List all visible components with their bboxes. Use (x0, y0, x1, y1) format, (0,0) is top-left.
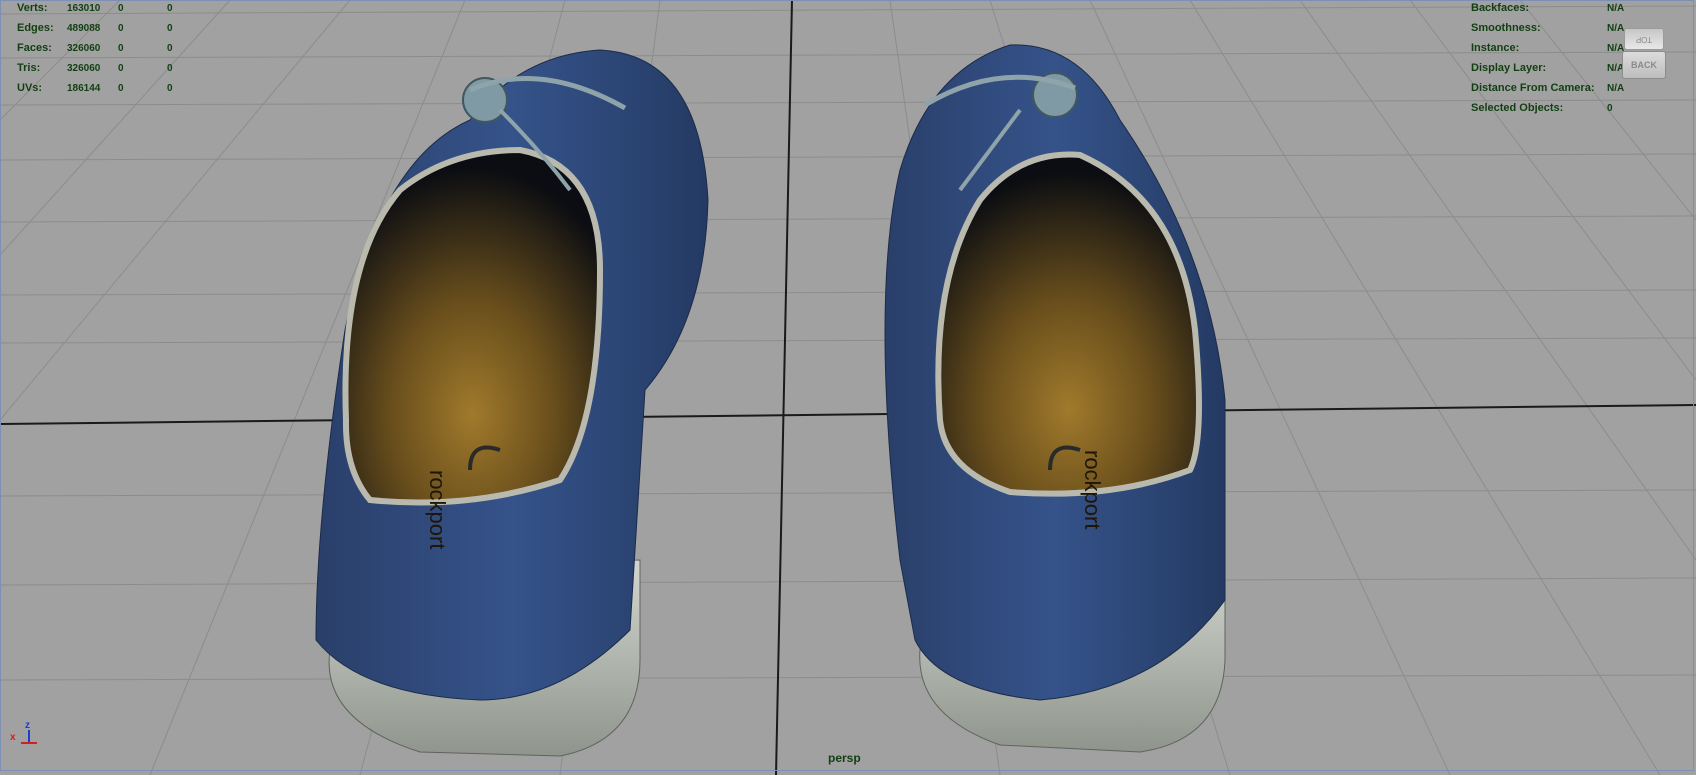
poly-stat-value: 186144 (67, 83, 101, 94)
poly-stat-label: UVs: (17, 82, 43, 94)
object-info-label: Backfaces: (1471, 2, 1530, 14)
poly-stat-value: 0 (167, 83, 173, 94)
object-info-label: Selected Objects: (1471, 102, 1564, 114)
viewport-scene[interactable]: rockport rockport (0, 0, 1696, 775)
view-cube-back-face[interactable]: BACK (1622, 51, 1666, 79)
object-info-label: Distance From Camera: (1471, 82, 1595, 94)
grid-axes (0, 0, 1696, 775)
view-cube-top-face[interactable]: TOP (1624, 28, 1664, 50)
camera-name-label: persp (828, 751, 861, 765)
ground-grid (0, 0, 1696, 775)
left-insole-brand: rockport (425, 470, 450, 549)
poly-stat-label: Verts: (17, 2, 48, 14)
poly-stat-value: 0 (118, 83, 124, 94)
poly-stat-value: 163010 (67, 3, 101, 14)
left-shoe-model[interactable] (315, 49, 709, 757)
right-insole-brand: rockport (1080, 450, 1105, 529)
view-cube[interactable]: TOP BACK (1622, 26, 1666, 79)
poly-stat-value: 0 (167, 23, 173, 34)
object-info-value: N/A (1607, 83, 1625, 94)
poly-stat-value: 0 (118, 23, 124, 34)
axis-indicator: z x (8, 720, 42, 750)
poly-stat-label: Edges: (17, 22, 54, 34)
object-info-value: 0 (1607, 103, 1613, 114)
3d-viewport[interactable]: rockport rockport Verts: 163010 0 0 Edges: 489… (0, 0, 1696, 775)
poly-stat-value: 0 (118, 63, 124, 74)
x-axis-line (21, 742, 37, 744)
object-info-label: Instance: (1471, 42, 1520, 54)
right-shoe-model[interactable] (884, 44, 1226, 753)
poly-stat-value: 0 (118, 43, 124, 54)
object-info-value: N/A (1607, 3, 1625, 14)
poly-stat-value: 0 (167, 43, 173, 54)
poly-stat-label: Tris: (17, 62, 41, 74)
poly-stat-value: 0 (167, 63, 173, 74)
poly-stat-value: 489088 (67, 23, 101, 34)
poly-stat-label: Faces: (17, 42, 52, 54)
poly-stat-value: 0 (167, 3, 173, 14)
poly-stat-value: 326060 (67, 63, 101, 74)
poly-stat-value: 0 (118, 3, 124, 14)
object-info-label: Display Layer: (1471, 62, 1547, 74)
object-info-label: Smoothness: (1471, 22, 1541, 34)
poly-stat-value: 326060 (67, 43, 101, 54)
x-axis-label: x (10, 732, 16, 743)
